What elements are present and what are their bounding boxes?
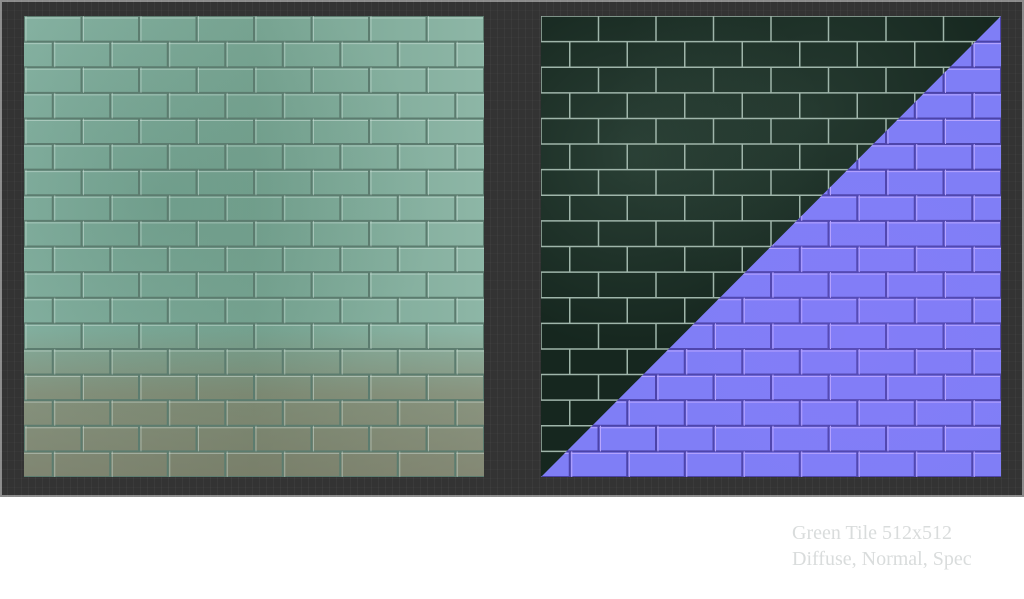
caption-title: Green Tile 512x512 — [792, 522, 952, 544]
normal-spec-map-swatch — [541, 16, 1001, 477]
caption-subtitle: Diffuse, Normal, Spec — [792, 548, 972, 570]
texture-caption: Green Tile 512x512 Diffuse, Normal, Spec — [792, 520, 972, 572]
diffuse-map-swatch — [24, 16, 484, 477]
diffuse-tile-grid — [24, 16, 484, 477]
